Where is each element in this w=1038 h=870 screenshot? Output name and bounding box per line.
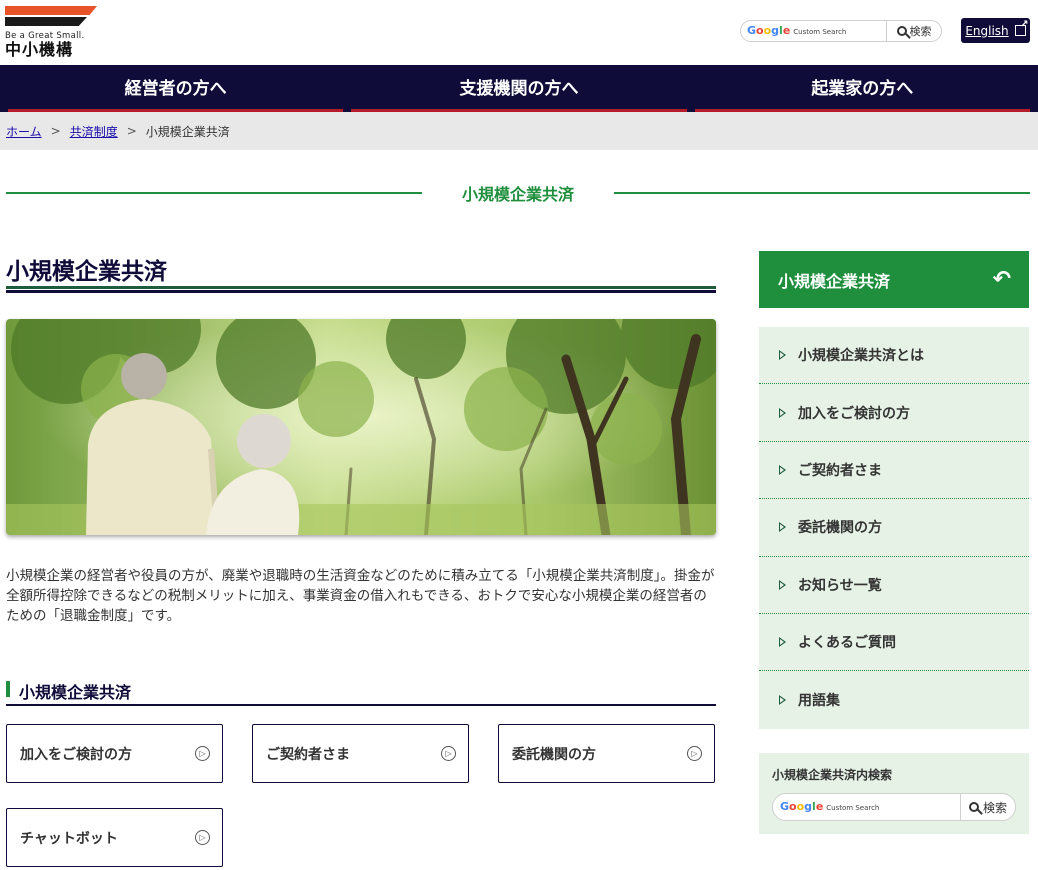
breadcrumb: ホーム > 共済制度 > 小規模企業共済 (0, 112, 1038, 150)
sidebar-search: 小規模企業共済内検索 Google Custom Search 検索 (759, 753, 1029, 834)
gnav-item-support-orgs[interactable]: 支援機関の方へ (351, 65, 687, 112)
sidebar-search-button[interactable]: 検索 (960, 794, 1015, 820)
intro-text: 小規模企業の経営者や役員の方が、廃業や退職時の生活資金などのために積み立てる「小… (6, 568, 715, 624)
sidebar-item-news[interactable]: お知らせ一覧 (759, 557, 1029, 614)
breadcrumb-separator: > (126, 124, 137, 138)
subsection-heading-text: 小規模企業共済 (19, 683, 132, 702)
sidebar-item-glossary[interactable]: 用語集 (759, 671, 1029, 728)
breadcrumb-home[interactable]: ホーム (6, 123, 42, 140)
hero-image (6, 319, 716, 535)
sidebar-item-label: 用語集 (798, 693, 840, 710)
section-heading: 小規模企業共済 (6, 178, 1031, 208)
title-underline (6, 290, 716, 293)
sidebar-item-label: 委託機関の方 (798, 520, 882, 537)
sidebar-search-label: 小規模企業共済内検索 (772, 768, 893, 782)
logo-mark (5, 6, 97, 28)
google-search-brand: Google Custom Search (747, 24, 847, 37)
page-title: 小規模企業共済 (6, 259, 167, 285)
sidebar-item-consigned-orgs[interactable]: 委託機関の方 (759, 499, 1029, 557)
chevron-right-icon (779, 695, 786, 706)
chevron-right-icon (779, 464, 786, 475)
circle-arrow-icon: ▷ (687, 746, 702, 761)
search-icon (896, 26, 907, 36)
google-search-brand: Google Custom Search (780, 800, 880, 813)
search-icon (968, 802, 979, 812)
title-underline (6, 286, 716, 289)
card-chatbot[interactable]: チャットボット ▷ (6, 808, 223, 867)
english-link[interactable]: English (961, 18, 1030, 43)
circle-arrow-icon: ▷ (195, 830, 210, 845)
sidebar-item-about[interactable]: 小規模企業共済とは (759, 327, 1029, 385)
site-header: Be a Great Small. 中小機構 Google Custom Sear… (0, 0, 1038, 65)
circle-arrow-icon: ▷ (195, 746, 210, 761)
site-search[interactable]: Google Custom Search 検索 (740, 20, 942, 42)
subheading-bar (6, 681, 10, 697)
card-contractors[interactable]: ご契約者さま ▷ (252, 724, 469, 783)
sidebar-item-faq[interactable]: よくあるご質問 (759, 614, 1029, 672)
chevron-right-icon (779, 350, 786, 361)
circle-arrow-icon: ▷ (441, 746, 456, 761)
sidebar-item-considering-joining[interactable]: 加入をご検討の方 (759, 384, 1029, 442)
card-label: 加入をご検討の方 (20, 746, 132, 763)
english-label: English (965, 23, 1009, 38)
breadcrumb-current: 小規模企業共済 (145, 124, 230, 139)
section-heading-text: 小規模企業共済 (462, 185, 575, 204)
sidebar-item-label: お知らせ一覧 (798, 577, 882, 594)
chevron-right-icon (779, 579, 786, 590)
search-button-label: 検索 (982, 800, 1007, 815)
breadcrumb-separator: > (50, 124, 61, 138)
card-label: ご契約者さま (266, 746, 350, 763)
sidebar-item-label: 小規模企業共済とは (798, 348, 924, 365)
sidebar-item-contractors[interactable]: ご契約者さま (759, 442, 1029, 500)
sidebar-heading[interactable]: 小規模企業共済 ↶ (759, 251, 1029, 308)
divider (614, 192, 1031, 194)
gnav-item-entrepreneurs[interactable]: 起業家の方へ (694, 65, 1030, 112)
gnav-item-managers[interactable]: 経営者の方へ (8, 65, 344, 112)
card-consigned-orgs[interactable]: 委託機関の方 ▷ (498, 724, 715, 783)
global-nav: 経営者の方へ 支援機関の方へ 起業家の方へ (0, 65, 1038, 112)
site-logo[interactable]: Be a Great Small. 中小機構 (5, 6, 97, 58)
sidebar-search-input[interactable]: Google Custom Search 検索 (772, 793, 1016, 821)
divider (6, 192, 422, 194)
chevron-right-icon (779, 407, 786, 418)
card-label: チャットボット (20, 830, 118, 847)
sidebar-menu: 小規模企業共済とは 加入をご検討の方 ご契約者さま 委託機関の方 お知らせ一覧 … (759, 327, 1029, 729)
search-button-label: 検索 (909, 25, 932, 38)
sidebar-item-label: よくあるご質問 (798, 635, 896, 652)
external-link-icon (1014, 19, 1029, 36)
card-considering-joining[interactable]: 加入をご検討の方 ▷ (6, 724, 223, 783)
sidebar-item-label: ご契約者さま (798, 462, 882, 479)
sidebar-item-label: 加入をご検討の方 (798, 405, 910, 422)
back-arrow-icon: ↶ (992, 267, 1011, 292)
search-button[interactable]: 検索 (886, 21, 941, 41)
logo-name: 中小機構 (5, 40, 74, 59)
sidebar-heading-text: 小規模企業共済 (778, 271, 891, 291)
breadcrumb-parent[interactable]: 共済制度 (70, 123, 118, 140)
chevron-right-icon (779, 522, 786, 533)
card-label: 委託機関の方 (512, 746, 596, 763)
chevron-right-icon (779, 637, 786, 648)
subsection-heading: 小規模企業共済 (6, 678, 716, 706)
